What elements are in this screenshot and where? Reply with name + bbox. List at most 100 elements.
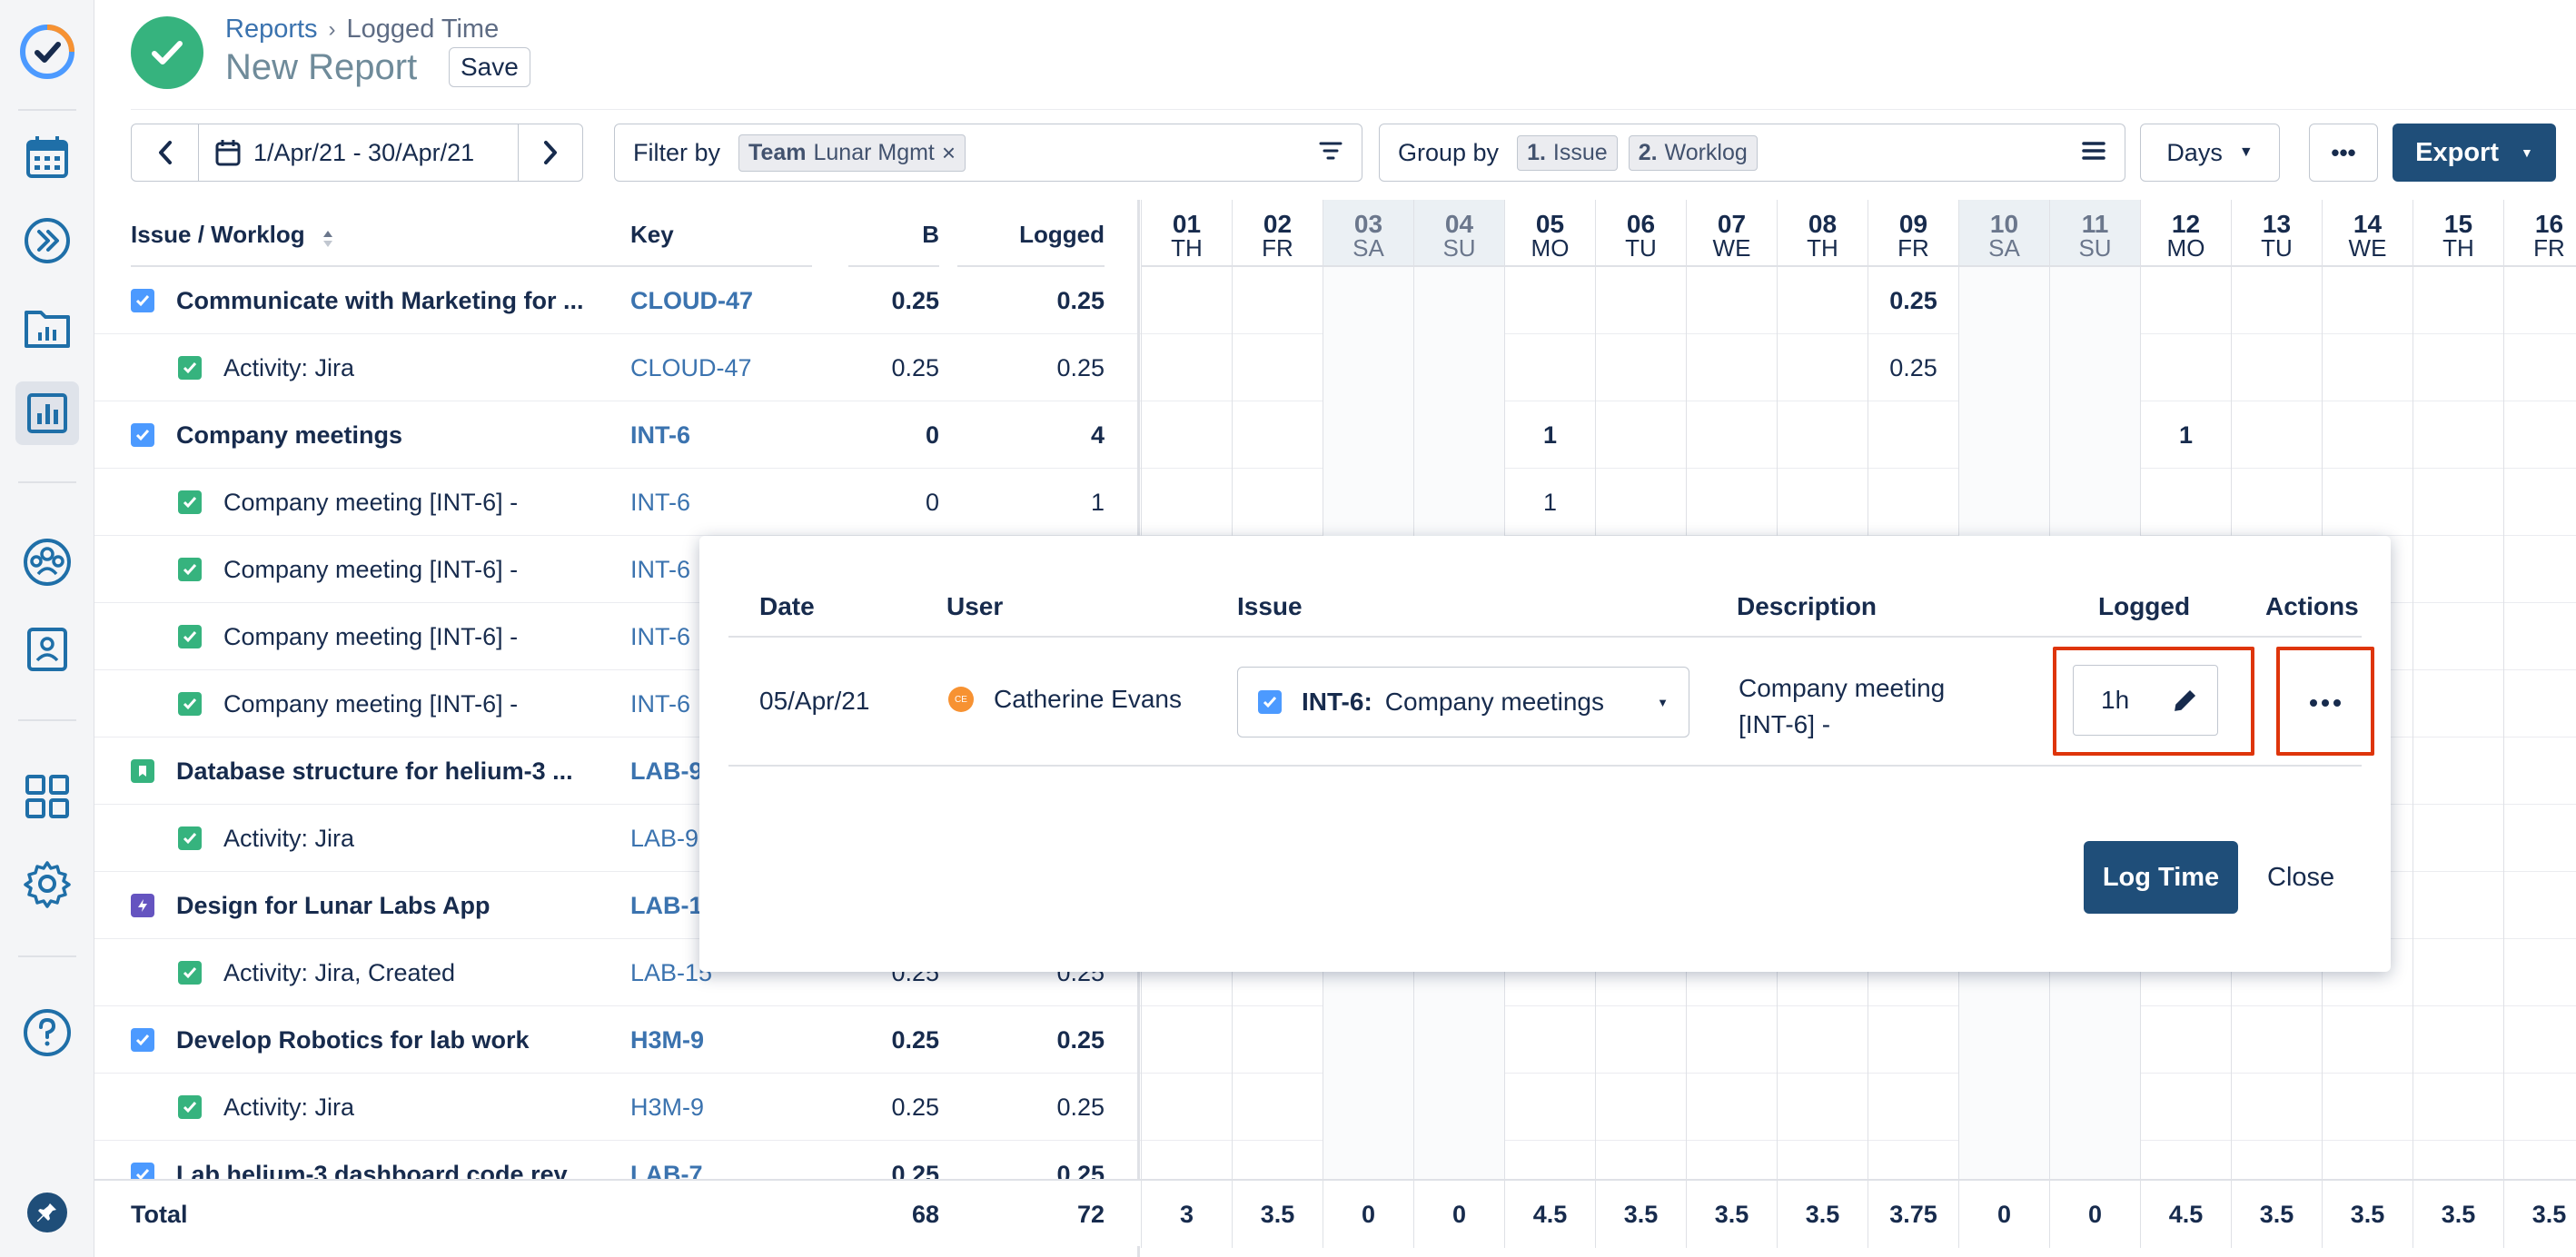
day-column-header[interactable]: 02 FR	[1232, 200, 1323, 267]
group-chip-issue[interactable]: 1. Issue	[1517, 134, 1618, 171]
issue-key-link[interactable]: INT-6	[630, 670, 690, 737]
day-cell[interactable]: 0.25	[1868, 334, 1958, 401]
day-cell[interactable]	[2140, 267, 2231, 334]
day-cell[interactable]	[1958, 334, 2049, 401]
issue-row[interactable]: Develop Robotics for lab work H3M-9 0.25 0.…	[94, 1006, 2576, 1074]
day-column-header[interactable]: 05 MO	[1504, 200, 1595, 267]
day-cell[interactable]	[1141, 267, 1232, 334]
day-cell[interactable]	[1413, 334, 1504, 401]
day-cell[interactable]	[2503, 670, 2576, 737]
day-cell[interactable]	[1232, 1006, 1323, 1074]
day-cell[interactable]	[1504, 1006, 1595, 1074]
day-cell[interactable]	[1232, 1074, 1323, 1141]
day-cell[interactable]	[1413, 267, 1504, 334]
issue-key-link[interactable]: CLOUD-47	[630, 267, 753, 334]
day-column-header[interactable]: 16 FR	[2503, 200, 2576, 267]
day-cell[interactable]	[1323, 334, 1413, 401]
day-cell[interactable]	[2231, 267, 2322, 334]
day-cell[interactable]	[1777, 334, 1868, 401]
day-cell[interactable]	[2322, 267, 2413, 334]
day-cell[interactable]	[2231, 469, 2322, 536]
day-cell[interactable]	[2322, 334, 2413, 401]
worklog-row[interactable]: Company meeting [INT-6] - INT-6 0 1 1	[94, 469, 2576, 536]
team-icon[interactable]	[15, 530, 79, 594]
log-time-button[interactable]: Log Time	[2084, 841, 2238, 914]
issue-key-link[interactable]: INT-6	[630, 603, 690, 670]
issue-row[interactable]: Communicate with Marketing for ... CLOUD-…	[94, 267, 2576, 334]
day-cell[interactable]	[1232, 334, 1323, 401]
day-cell[interactable]	[1777, 267, 1868, 334]
day-cell[interactable]	[2413, 1074, 2503, 1141]
day-cell[interactable]	[2413, 469, 2503, 536]
app-logo-icon[interactable]	[15, 20, 79, 84]
day-cell[interactable]	[1232, 267, 1323, 334]
day-column-header[interactable]: 11 SU	[2049, 200, 2140, 267]
day-cell[interactable]	[2231, 334, 2322, 401]
day-cell[interactable]	[1232, 469, 1323, 536]
day-cell[interactable]	[1868, 1006, 1958, 1074]
group-chip-worklog[interactable]: 2. Worklog	[1628, 134, 1758, 171]
day-cell[interactable]	[2231, 401, 2322, 469]
filter-icon[interactable]	[1318, 140, 1343, 166]
export-button[interactable]: Export ▼	[2393, 124, 2556, 182]
day-cell[interactable]	[2503, 334, 2576, 401]
next-period-button[interactable]	[519, 124, 582, 181]
pin-icon[interactable]	[15, 1181, 79, 1244]
day-cell[interactable]	[1323, 1074, 1413, 1141]
day-cell[interactable]	[1141, 401, 1232, 469]
day-cell[interactable]	[1777, 401, 1868, 469]
reports-icon[interactable]	[15, 381, 79, 445]
day-cell[interactable]	[1595, 1074, 1686, 1141]
day-cell[interactable]	[2413, 670, 2503, 737]
day-cell[interactable]	[1686, 469, 1777, 536]
period-select[interactable]: Days ▼	[2140, 124, 2280, 182]
day-cell[interactable]	[1686, 1074, 1777, 1141]
issue-key-link[interactable]: LAB-1	[630, 872, 703, 939]
calendar-icon[interactable]	[15, 125, 79, 189]
day-cell[interactable]	[2049, 401, 2140, 469]
day-cell[interactable]	[2140, 469, 2231, 536]
day-column-header[interactable]: 09 FR	[1868, 200, 1958, 267]
day-cell[interactable]	[1958, 401, 2049, 469]
day-cell[interactable]	[2503, 603, 2576, 670]
day-column-header[interactable]: 14 WE	[2322, 200, 2413, 267]
day-cell[interactable]	[2503, 939, 2576, 1006]
day-cell[interactable]	[2049, 1006, 2140, 1074]
issue-row[interactable]: Company meetings INT-6 0 4 1 1	[94, 401, 2576, 469]
day-cell[interactable]	[1686, 401, 1777, 469]
day-column-header[interactable]: 04 SU	[1413, 200, 1504, 267]
day-cell[interactable]	[2503, 872, 2576, 939]
day-column-header[interactable]: 13 TU	[2231, 200, 2322, 267]
day-cell[interactable]	[2231, 1074, 2322, 1141]
day-cell[interactable]	[1958, 1074, 2049, 1141]
day-cell[interactable]	[2049, 469, 2140, 536]
day-cell[interactable]: 1	[1504, 401, 1595, 469]
issue-key-link[interactable]: INT-6	[630, 469, 690, 536]
day-cell[interactable]	[2322, 401, 2413, 469]
day-cell[interactable]	[2413, 267, 2503, 334]
day-cell[interactable]	[2140, 1006, 2231, 1074]
day-cell[interactable]	[2413, 872, 2503, 939]
worklog-row[interactable]: Activity: Jira H3M-9 0.25 0.25	[94, 1074, 2576, 1141]
day-cell[interactable]	[1686, 1006, 1777, 1074]
day-cell[interactable]	[1958, 1006, 2049, 1074]
day-cell[interactable]	[1595, 469, 1686, 536]
day-cell[interactable]	[1141, 1074, 1232, 1141]
day-cell[interactable]	[2503, 401, 2576, 469]
forward-icon[interactable]	[15, 209, 79, 272]
day-cell[interactable]	[2503, 805, 2576, 872]
day-column-header[interactable]: 15 TH	[2413, 200, 2503, 267]
day-cell[interactable]	[1504, 334, 1595, 401]
grid-icon[interactable]	[15, 765, 79, 828]
day-cell[interactable]	[2413, 737, 2503, 805]
day-cell[interactable]	[2049, 334, 2140, 401]
worklog-actions-button[interactable]	[2294, 683, 2356, 723]
issue-key-link[interactable]: H3M-9	[630, 1074, 704, 1141]
day-cell[interactable]	[1686, 267, 1777, 334]
day-cell[interactable]	[1413, 401, 1504, 469]
day-cell[interactable]	[1777, 1006, 1868, 1074]
issue-key-link[interactable]: INT-6	[630, 536, 690, 603]
day-cell[interactable]	[1323, 1006, 1413, 1074]
day-column-header[interactable]: 03 SA	[1323, 200, 1413, 267]
day-cell[interactable]	[1141, 334, 1232, 401]
